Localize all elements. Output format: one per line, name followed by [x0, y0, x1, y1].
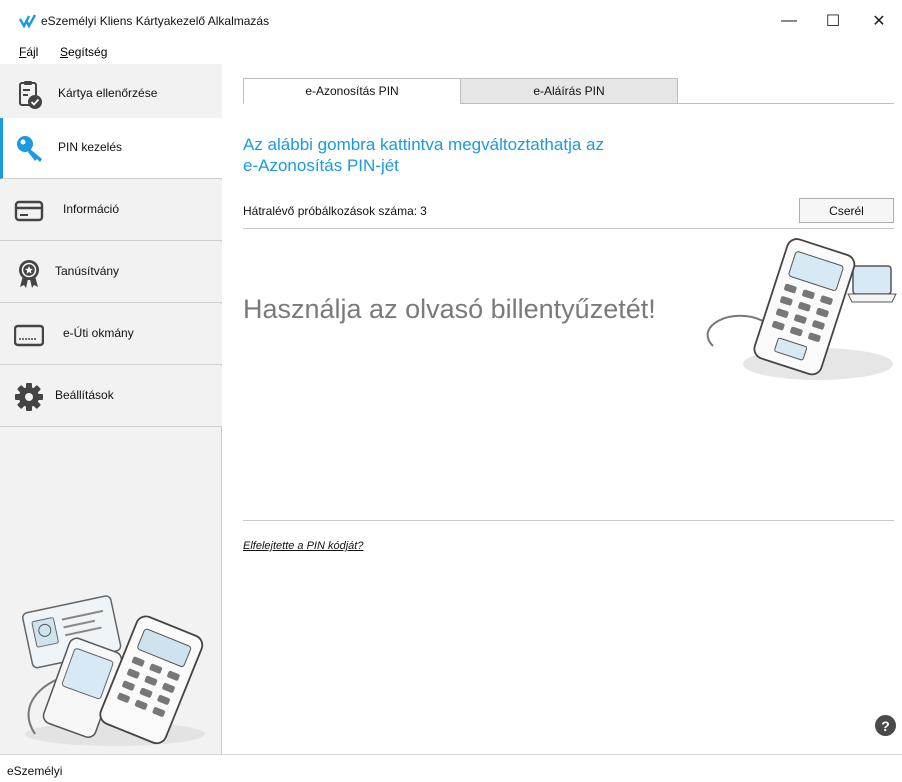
- menu-help-label: egítség: [68, 45, 108, 59]
- sidebar: Kártya ellenőrzése PIN kezelés Informáci…: [0, 64, 222, 754]
- sidebar-item-pin[interactable]: PIN kezelés: [0, 118, 222, 179]
- maximize-icon: ☐: [825, 13, 841, 30]
- card-reader-illustration: [22, 595, 205, 746]
- minimize-button[interactable]: —: [766, 6, 812, 36]
- menu-help-mnemonic: S: [60, 45, 69, 59]
- help-button[interactable]: ?: [875, 715, 896, 736]
- sidebar-item-certificate[interactable]: Tanúsítvány: [0, 242, 222, 303]
- forgot-pin-link[interactable]: Elfelejtette a PIN kódját?: [243, 540, 363, 552]
- sidebar-item-label: Kártya ellenőrzése: [58, 86, 158, 100]
- tab-label: e-Azonosítás PIN: [305, 84, 399, 98]
- window-title: eSzemélyi Kliens Kártyakezelő Alkalmazás: [41, 14, 270, 28]
- sidebar-item-card-check[interactable]: Kártya ellenőrzése: [0, 64, 222, 125]
- passport-card-icon: [14, 324, 44, 347]
- card-icon: [14, 200, 44, 222]
- sidebar-item-label: Beállítások: [55, 388, 114, 402]
- remaining-attempts: Hátralévő próbálkozások száma: 3: [243, 204, 427, 218]
- status-bar: eSzemélyi: [0, 754, 902, 782]
- tab-e-id-pin[interactable]: e-Azonosítás PIN: [243, 78, 461, 104]
- status-text: eSzemélyi: [7, 764, 63, 778]
- main-panel: e-Azonosítás PIN e-Aláírás PIN Az alábbi…: [223, 64, 902, 754]
- remaining-attempts-count: 3: [420, 204, 427, 218]
- heading-line-1: Az alábbi gombra kattintva megváltoztath…: [243, 135, 604, 154]
- heading-line-2: e-Azonosítás PIN-jét: [243, 156, 399, 175]
- close-button[interactable]: ✕: [856, 6, 902, 36]
- title-bar: eSzemélyi Kliens Kártyakezelő Alkalmazás…: [0, 0, 902, 42]
- change-pin-button[interactable]: Cserél: [799, 198, 894, 223]
- tab-e-signature-pin[interactable]: e-Aláírás PIN: [460, 78, 678, 104]
- menu-file[interactable]: Fájl: [19, 45, 38, 59]
- reader-keypad-message: Használja az olvasó billentyűzetét!: [243, 294, 656, 324]
- sidebar-item-label: PIN kezelés: [58, 140, 123, 154]
- maximize-button[interactable]: ☐: [810, 6, 856, 36]
- help-icon: ?: [881, 717, 890, 734]
- sidebar-item-passport[interactable]: e-Úti okmány: [0, 304, 222, 365]
- menu-file-label: ájl: [26, 45, 39, 59]
- sidebar-item-label: e-Úti okmány: [63, 326, 134, 340]
- close-icon: ✕: [872, 13, 886, 30]
- minimize-icon: —: [781, 12, 797, 29]
- pin-tabs: e-Azonosítás PIN e-Aláírás PIN: [243, 78, 894, 104]
- app-logo-icon: [19, 14, 37, 28]
- divider: [243, 228, 894, 229]
- sidebar-item-settings[interactable]: Beállítások: [0, 366, 222, 427]
- pin-pad-illustration: [706, 238, 897, 380]
- sidebar-item-info[interactable]: Információ: [0, 180, 222, 241]
- sidebar-item-label: Információ: [63, 202, 120, 216]
- menu-help[interactable]: Segítség: [60, 45, 107, 59]
- remaining-attempts-label: Hátralévő próbálkozások száma:: [243, 204, 418, 218]
- gear-icon: [15, 383, 43, 411]
- divider: [243, 520, 894, 521]
- sidebar-item-label: Tanúsítvány: [55, 264, 120, 278]
- menu-bar: Fájl Segítség: [0, 42, 902, 64]
- page-heading: Az alábbi gombra kattintva megváltoztath…: [243, 134, 713, 176]
- certificate-badge-icon: [19, 260, 39, 288]
- tab-label: e-Aláírás PIN: [533, 84, 605, 98]
- key-icon: [17, 136, 42, 162]
- card-check-icon: [19, 81, 42, 109]
